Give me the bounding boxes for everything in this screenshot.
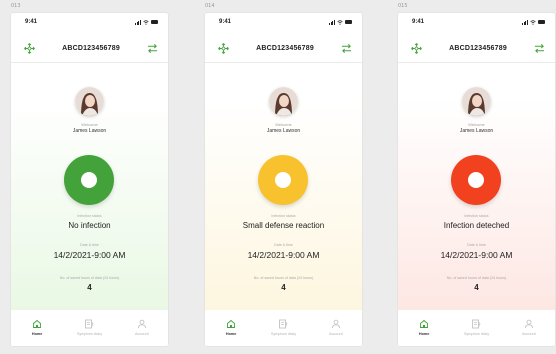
- account-icon: [137, 319, 147, 329]
- frame-tag: 015: [398, 3, 408, 9]
- tab-symptom-diary[interactable]: Symptom diary: [454, 319, 499, 336]
- main-content: Welcome James Lawson Infection status In…: [398, 63, 555, 310]
- move-arrows-icon[interactable]: [23, 42, 35, 54]
- diary-icon: [84, 319, 94, 329]
- move-arrows-icon[interactable]: [410, 42, 422, 54]
- diary-icon: [471, 319, 481, 329]
- date-time-label: Date & time: [274, 243, 293, 247]
- tab-label: Home: [418, 332, 430, 336]
- wifi-icon: [337, 19, 343, 25]
- welcome-label: Welcome: [275, 122, 292, 127]
- phone-screen-infection-detected: 9:41 ABCD123456789 Welcome James Lawson …: [398, 13, 555, 346]
- tab-label: Symptom diary: [463, 332, 490, 336]
- top-bar: ABCD123456789: [398, 39, 555, 57]
- tab-label: Account: [328, 332, 343, 336]
- infection-status-label: Infection status: [271, 214, 296, 218]
- tab-symptom-diary[interactable]: Symptom diary: [67, 319, 112, 336]
- saved-hours-value: 4: [281, 283, 286, 292]
- status-icons: [135, 19, 158, 25]
- tab-account[interactable]: Account: [506, 319, 551, 336]
- move-arrows-icon[interactable]: [217, 42, 229, 54]
- wifi-icon: [530, 19, 536, 25]
- infection-status-value: No infection: [68, 221, 111, 230]
- status-time: 9:41: [25, 19, 38, 25]
- infection-status-value: Small defense reaction: [242, 221, 325, 230]
- battery-icon: [345, 20, 352, 24]
- tab-label: Account: [134, 332, 149, 336]
- frame-tag: 013: [11, 3, 21, 9]
- avatar[interactable]: [75, 87, 104, 116]
- battery-icon: [151, 20, 158, 24]
- status-icons: [522, 19, 545, 25]
- device-id: ABCD123456789: [256, 44, 314, 52]
- main-content: Welcome James Lawson Infection status Sm…: [205, 63, 362, 310]
- tab-home[interactable]: Home: [209, 319, 254, 336]
- user-name: James Lawson: [266, 128, 301, 134]
- signal-icon: [522, 20, 528, 25]
- saved-hours-label: No. of saved hours of data (24 hours): [253, 276, 314, 280]
- account-icon: [524, 319, 534, 329]
- status-bar: 9:41: [398, 13, 555, 31]
- top-bar: ABCD123456789: [205, 39, 362, 57]
- user-name: James Lawson: [72, 128, 107, 134]
- avatar[interactable]: [462, 87, 491, 116]
- tab-home[interactable]: Home: [402, 319, 447, 336]
- main-content: Welcome James Lawson Infection status No…: [11, 63, 168, 310]
- status-icons: [329, 19, 352, 25]
- swap-arrows-icon[interactable]: [147, 42, 159, 54]
- status-time: 9:41: [219, 19, 232, 25]
- device-id: ABCD123456789: [449, 44, 507, 52]
- home-icon: [32, 319, 42, 329]
- status-time: 9:41: [412, 19, 425, 25]
- top-bar: ABCD123456789: [11, 39, 168, 57]
- date-time-value: 14/2/2021-9:00 AM: [247, 250, 320, 260]
- tab-home[interactable]: Home: [15, 319, 60, 336]
- avatar[interactable]: [269, 87, 298, 116]
- saved-hours-value: 4: [474, 283, 479, 292]
- swap-arrows-icon[interactable]: [534, 42, 546, 54]
- bottom-tab-bar: Home Symptom diary Account: [398, 310, 555, 346]
- tab-label: Account: [521, 332, 536, 336]
- tab-label: Home: [225, 332, 237, 336]
- frame-tag: 014: [205, 3, 215, 9]
- infection-status-indicator: [451, 155, 501, 205]
- infection-status-indicator: [64, 155, 114, 205]
- tab-account[interactable]: Account: [119, 319, 164, 336]
- bottom-tab-bar: Home Symptom diary Account: [205, 310, 362, 346]
- infection-status-label: Infection status: [464, 214, 489, 218]
- saved-hours-label: No. of saved hours of data (24 hours): [446, 276, 507, 280]
- date-time-label: Date & time: [467, 243, 486, 247]
- diary-icon: [278, 319, 288, 329]
- date-time-label: Date & time: [80, 243, 99, 247]
- status-bar: 9:41: [205, 13, 362, 31]
- battery-icon: [538, 20, 545, 24]
- date-time-value: 14/2/2021-9:00 AM: [53, 250, 126, 260]
- welcome-label: Welcome: [468, 122, 485, 127]
- signal-icon: [135, 20, 141, 25]
- welcome-label: Welcome: [81, 122, 98, 127]
- infection-status-value: Infection deteched: [443, 221, 510, 230]
- date-time-value: 14/2/2021-9:00 AM: [440, 250, 513, 260]
- account-icon: [331, 319, 341, 329]
- saved-hours-value: 4: [87, 283, 92, 292]
- bottom-tab-bar: Home Symptom diary Account: [11, 310, 168, 346]
- tab-label: Symptom diary: [76, 332, 103, 336]
- home-icon: [419, 319, 429, 329]
- wifi-icon: [143, 19, 149, 25]
- tab-label: Symptom diary: [270, 332, 297, 336]
- infection-status-indicator: [258, 155, 308, 205]
- tab-account[interactable]: Account: [313, 319, 358, 336]
- device-id: ABCD123456789: [62, 44, 120, 52]
- phone-screen-no-infection: 9:41 ABCD123456789 Welcome James Lawson …: [11, 13, 168, 346]
- status-bar: 9:41: [11, 13, 168, 31]
- user-name: James Lawson: [459, 128, 494, 134]
- signal-icon: [329, 20, 335, 25]
- home-icon: [226, 319, 236, 329]
- infection-status-label: Infection status: [77, 214, 102, 218]
- tab-label: Home: [31, 332, 43, 336]
- tab-symptom-diary[interactable]: Symptom diary: [261, 319, 306, 336]
- swap-arrows-icon[interactable]: [341, 42, 353, 54]
- saved-hours-label: No. of saved hours of data (24 hours): [59, 276, 120, 280]
- phone-screen-small-defense: 9:41 ABCD123456789 Welcome James Lawson …: [205, 13, 362, 346]
